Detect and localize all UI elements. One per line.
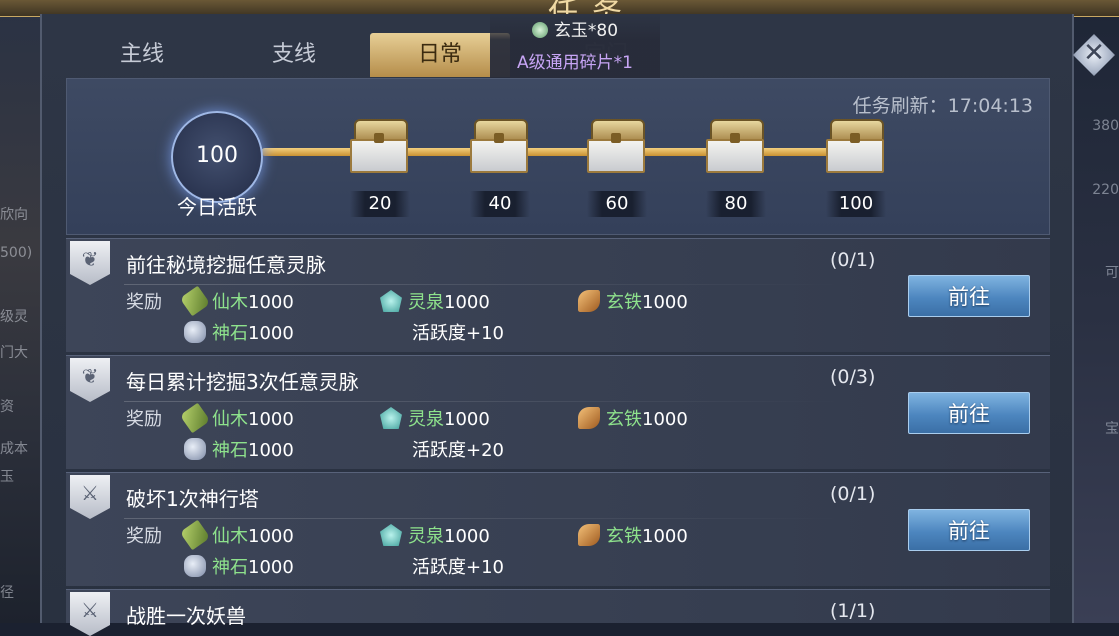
wood-icon xyxy=(179,285,211,317)
go-button[interactable]: 前往 xyxy=(908,392,1030,434)
crossed-swords-icon: ⚔ xyxy=(70,592,110,636)
reward-spring: 灵泉1000 xyxy=(380,522,490,548)
stone-icon xyxy=(184,321,206,343)
wheat-icon: ❦ xyxy=(70,358,110,402)
task-progress: (1/1) xyxy=(830,600,876,622)
milestone-label: 40 xyxy=(470,191,530,217)
task-name: 前往秘境挖掘任意灵脉 xyxy=(126,253,326,277)
reward-chest-60[interactable] xyxy=(587,119,645,173)
task-row: ❦ 前往秘境挖掘任意灵脉 (0/1) 奖励 仙木1000 灵泉1000 玄铁10… xyxy=(66,238,1050,352)
task-name: 战胜一次妖兽 xyxy=(126,604,246,628)
spring-icon xyxy=(380,407,402,429)
background-text: 成本 xyxy=(0,441,28,457)
tooltip-line-1: 玄玉*80 xyxy=(490,16,660,41)
activity-label: 今日活跃 xyxy=(177,195,257,219)
background-text: 可 xyxy=(1105,265,1119,281)
milestone-label: 20 xyxy=(350,191,410,217)
refresh-timer: 任务刷新：17:04:13 xyxy=(852,95,1033,117)
reward-chest-20[interactable] xyxy=(350,119,408,173)
reward-label: 奖励 xyxy=(126,292,162,313)
daily-activity-panel: 任务刷新：17:04:13 100 今日活跃 20 40 60 80 100 xyxy=(66,78,1050,235)
reward-activity: 活跃度+10 xyxy=(412,557,504,578)
reward-iron: 玄铁1000 xyxy=(578,405,688,431)
task-name: 每日累计挖掘3次任意灵脉 xyxy=(126,370,359,394)
reward-activity: 活跃度+10 xyxy=(412,323,504,344)
activity-orb: 100 xyxy=(171,111,263,203)
spring-icon xyxy=(380,524,402,546)
background-text: 径 xyxy=(0,585,14,601)
stone-icon xyxy=(184,555,206,577)
reward-tooltip: 玄玉*80 A级通用碎片*1 xyxy=(490,14,660,78)
background-text: 资 xyxy=(0,399,14,415)
background-text: 玉 xyxy=(0,469,14,485)
background-text: 门大 xyxy=(0,345,28,361)
task-progress: (0/1) xyxy=(830,249,876,271)
reward-iron: 玄铁1000 xyxy=(578,522,688,548)
background-text: 级灵 xyxy=(0,309,28,325)
tab-side-quest[interactable]: 支线 xyxy=(224,33,364,77)
wood-icon xyxy=(179,519,211,551)
reward-iron: 玄铁1000 xyxy=(578,288,688,314)
go-button[interactable]: 前往 xyxy=(908,509,1030,551)
reward-chest-40[interactable] xyxy=(470,119,528,173)
task-row: ❦ 每日累计挖掘3次任意灵脉 (0/3) 奖励 仙木1000 灵泉1000 玄铁… xyxy=(66,355,1050,469)
reward-label: 奖励 xyxy=(126,409,162,430)
spring-icon xyxy=(380,290,402,312)
activity-value: 100 xyxy=(196,143,238,168)
background-scene-left: 欣向 500) 级灵 门大 资 成本 玉 径 xyxy=(0,0,40,623)
background-text: 500) xyxy=(0,245,33,261)
tab-daily[interactable]: 日常 xyxy=(370,33,510,77)
background-text: 380 xyxy=(1092,118,1119,134)
milestone-label: 80 xyxy=(706,191,766,217)
reward-wood: 仙木1000 xyxy=(179,402,294,434)
reward-stone: 神石1000 xyxy=(184,436,294,462)
reward-label: 奖励 xyxy=(126,526,162,547)
tooltip-line-2: A级通用碎片*1 xyxy=(517,53,633,73)
background-text: 欣向 xyxy=(0,207,28,223)
wood-icon xyxy=(179,402,211,434)
tab-main-quest[interactable]: 主线 xyxy=(72,33,212,77)
task-row: ⚔ 破坏1次神行塔 (0/1) 奖励 仙木1000 灵泉1000 玄铁1000 … xyxy=(66,472,1050,586)
milestone-label: 100 xyxy=(826,191,886,217)
jade-icon xyxy=(531,22,548,38)
iron-icon xyxy=(578,407,600,429)
reward-wood: 仙木1000 xyxy=(179,519,294,551)
task-row: ⚔ 战胜一次妖兽 (1/1) xyxy=(66,589,1050,636)
reward-stone: 神石1000 xyxy=(184,319,294,345)
background-text: 宝 xyxy=(1105,421,1119,437)
reward-chest-100[interactable] xyxy=(826,119,884,173)
reward-wood: 仙木1000 xyxy=(179,285,294,317)
task-name: 破坏1次神行塔 xyxy=(126,487,259,511)
iron-icon xyxy=(578,524,600,546)
task-progress: (0/3) xyxy=(830,366,876,388)
task-progress: (0/1) xyxy=(830,483,876,505)
crossed-swords-icon: ⚔ xyxy=(70,475,110,519)
milestone-label: 60 xyxy=(587,191,647,217)
go-button[interactable]: 前往 xyxy=(908,275,1030,317)
tooltip-jade-reward: 玄玉*80 xyxy=(553,21,619,41)
reward-spring: 灵泉1000 xyxy=(380,288,490,314)
reward-chest-80[interactable] xyxy=(706,119,764,173)
reward-activity: 活跃度+20 xyxy=(412,440,504,461)
reward-stone: 神石1000 xyxy=(184,553,294,579)
iron-icon xyxy=(578,290,600,312)
reward-spring: 灵泉1000 xyxy=(380,405,490,431)
stone-icon xyxy=(184,438,206,460)
wheat-icon: ❦ xyxy=(70,241,110,285)
background-text: 220 xyxy=(1092,182,1119,198)
